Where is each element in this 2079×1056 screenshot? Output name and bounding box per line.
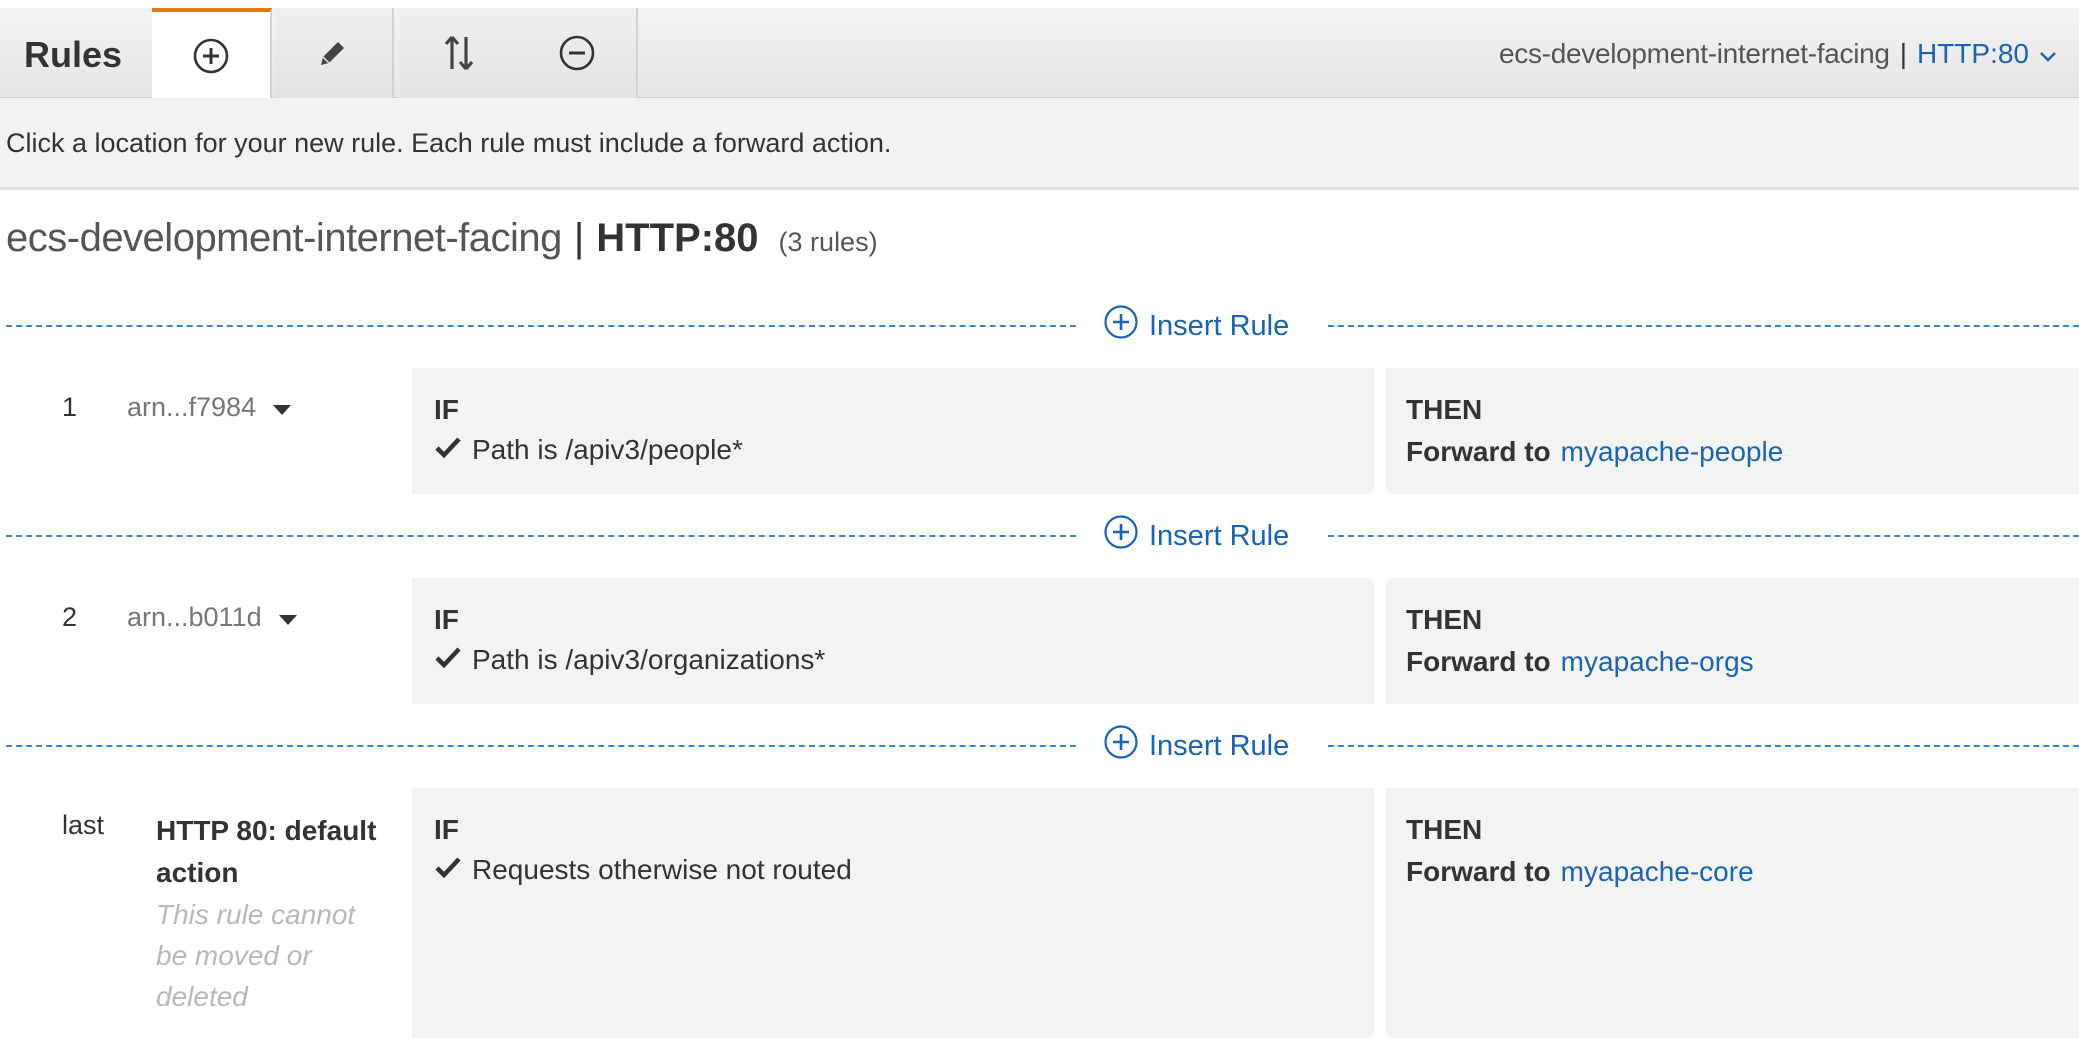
condition-text: Requests otherwise not routed bbox=[472, 854, 852, 885]
rule-arn: arn...b011d bbox=[127, 602, 262, 632]
condition: Path is /apiv3/people* bbox=[434, 434, 743, 466]
plus-circle-icon bbox=[1103, 304, 1149, 348]
insert-rule-label: Insert Rule bbox=[1149, 729, 1290, 762]
caret-down-icon[interactable] bbox=[278, 602, 298, 633]
heading-separator: | bbox=[573, 216, 585, 260]
insert-rule-label: Insert Rule bbox=[1149, 519, 1290, 552]
insert-rule-slot[interactable]: Insert Rule bbox=[0, 724, 2079, 768]
delete-rules-button[interactable] bbox=[518, 8, 638, 98]
action-type: Forward to bbox=[1406, 646, 1551, 677]
insert-rule-slot[interactable]: Insert Rule bbox=[0, 304, 2079, 348]
insert-rule-button[interactable]: Insert Rule bbox=[1103, 514, 1290, 558]
then-label: THEN bbox=[1406, 394, 1483, 425]
checkmark-icon bbox=[434, 434, 472, 466]
hint-text: Click a location for your new rule. Each… bbox=[6, 128, 892, 158]
caret-down-icon[interactable] bbox=[272, 392, 292, 423]
insert-line bbox=[6, 325, 1076, 327]
if-label: IF bbox=[434, 604, 459, 635]
target-group-link[interactable]: myapache-core bbox=[1561, 856, 1754, 887]
toolbar-title: Rules bbox=[24, 34, 123, 75]
default-rule-note: This rule cannot be moved or deleted bbox=[156, 899, 356, 1012]
insert-line bbox=[1328, 535, 2079, 537]
plus-circle-icon bbox=[1103, 514, 1149, 558]
if-label: IF bbox=[434, 394, 459, 425]
insert-line bbox=[1328, 325, 2079, 327]
target-group-link[interactable]: myapache-orgs bbox=[1561, 646, 1754, 677]
minus-circle-icon bbox=[558, 34, 596, 72]
rule-arn-menu[interactable]: arn...b011d bbox=[127, 602, 298, 633]
page-heading: ecs-development-internet-facing | HTTP:8… bbox=[6, 216, 878, 261]
reorder-rules-button[interactable] bbox=[400, 8, 520, 98]
load-balancer-name: ecs-development-internet-facing bbox=[1499, 38, 1890, 69]
rule-count: (3 rules) bbox=[778, 227, 878, 257]
rule-number: last bbox=[62, 810, 105, 840]
rule-number: 2 bbox=[62, 602, 78, 632]
action-type: Forward to bbox=[1406, 436, 1551, 467]
rule-arn-menu[interactable]: arn...f7984 bbox=[127, 392, 292, 423]
insert-rule-slot[interactable]: Insert Rule bbox=[0, 514, 2079, 558]
condition: Requests otherwise not routed bbox=[434, 854, 852, 886]
insert-rule-label: Insert Rule bbox=[1149, 309, 1290, 342]
heading-load-balancer: ecs-development-internet-facing bbox=[6, 216, 562, 260]
rule-conditions: IF Path is /apiv3/organizations* bbox=[412, 578, 1374, 704]
rule-conditions: IF Path is /apiv3/people* bbox=[412, 368, 1374, 494]
default-rule-row: last HTTP 80: default action This rule c… bbox=[0, 788, 2079, 1038]
checkmark-icon bbox=[434, 644, 472, 676]
rule-actions: THEN Forward to myapache-people bbox=[1386, 368, 2079, 494]
target-group-link[interactable]: myapache-people bbox=[1561, 436, 1784, 467]
condition-text: Path is /apiv3/organizations* bbox=[472, 644, 826, 675]
insert-line bbox=[6, 745, 1076, 747]
condition-text: Path is /apiv3/people* bbox=[472, 434, 743, 465]
condition: Path is /apiv3/organizations* bbox=[434, 644, 825, 676]
rule-conditions: IF Requests otherwise not routed bbox=[412, 788, 1374, 1038]
plus-circle-icon bbox=[1103, 724, 1149, 768]
then-label: THEN bbox=[1406, 604, 1483, 635]
listener-name[interactable]: HTTP:80 bbox=[1917, 38, 2029, 70]
sort-arrows-icon bbox=[442, 33, 476, 73]
rule-actions: THEN Forward to myapache-orgs bbox=[1386, 578, 2079, 704]
then-label: THEN bbox=[1406, 814, 1483, 845]
rules-toolbar: Rules ecs-development-internet-facing | … bbox=[0, 8, 2079, 99]
insert-rule-button[interactable]: Insert Rule bbox=[1103, 724, 1290, 768]
insert-line bbox=[1328, 745, 2079, 747]
rule-row: 1 arn...f7984 IF Path is /apiv3/people* … bbox=[0, 368, 2079, 494]
action-type: Forward to bbox=[1406, 856, 1551, 887]
rule-arn: arn...f7984 bbox=[127, 392, 257, 422]
if-label: IF bbox=[434, 814, 459, 845]
action: Forward to myapache-orgs bbox=[1406, 646, 1754, 678]
chevron-down-icon[interactable] bbox=[2039, 38, 2057, 70]
checkmark-icon bbox=[434, 854, 472, 886]
default-rule-name: HTTP 80: default action bbox=[156, 815, 377, 888]
add-rule-button[interactable] bbox=[152, 8, 272, 99]
insert-rule-button[interactable]: Insert Rule bbox=[1103, 304, 1290, 348]
action: Forward to myapache-core bbox=[1406, 856, 1754, 888]
separator: | bbox=[1899, 38, 1907, 69]
rule-actions: THEN Forward to myapache-core bbox=[1386, 788, 2079, 1038]
listener-selector[interactable]: ecs-development-internet-facing | HTTP:8… bbox=[1499, 38, 2057, 70]
rule-number: 1 bbox=[62, 392, 78, 422]
insert-line bbox=[6, 535, 1076, 537]
heading-listener: HTTP:80 bbox=[596, 216, 759, 260]
plus-circle-icon bbox=[192, 37, 230, 75]
rule-row: 2 arn...b011d IF Path is /apiv3/organiza… bbox=[0, 578, 2079, 704]
action: Forward to myapache-people bbox=[1406, 436, 1783, 468]
pencil-icon bbox=[316, 36, 350, 70]
edit-rules-button[interactable] bbox=[274, 8, 394, 98]
hint-bar: Click a location for your new rule. Each… bbox=[0, 98, 2079, 190]
